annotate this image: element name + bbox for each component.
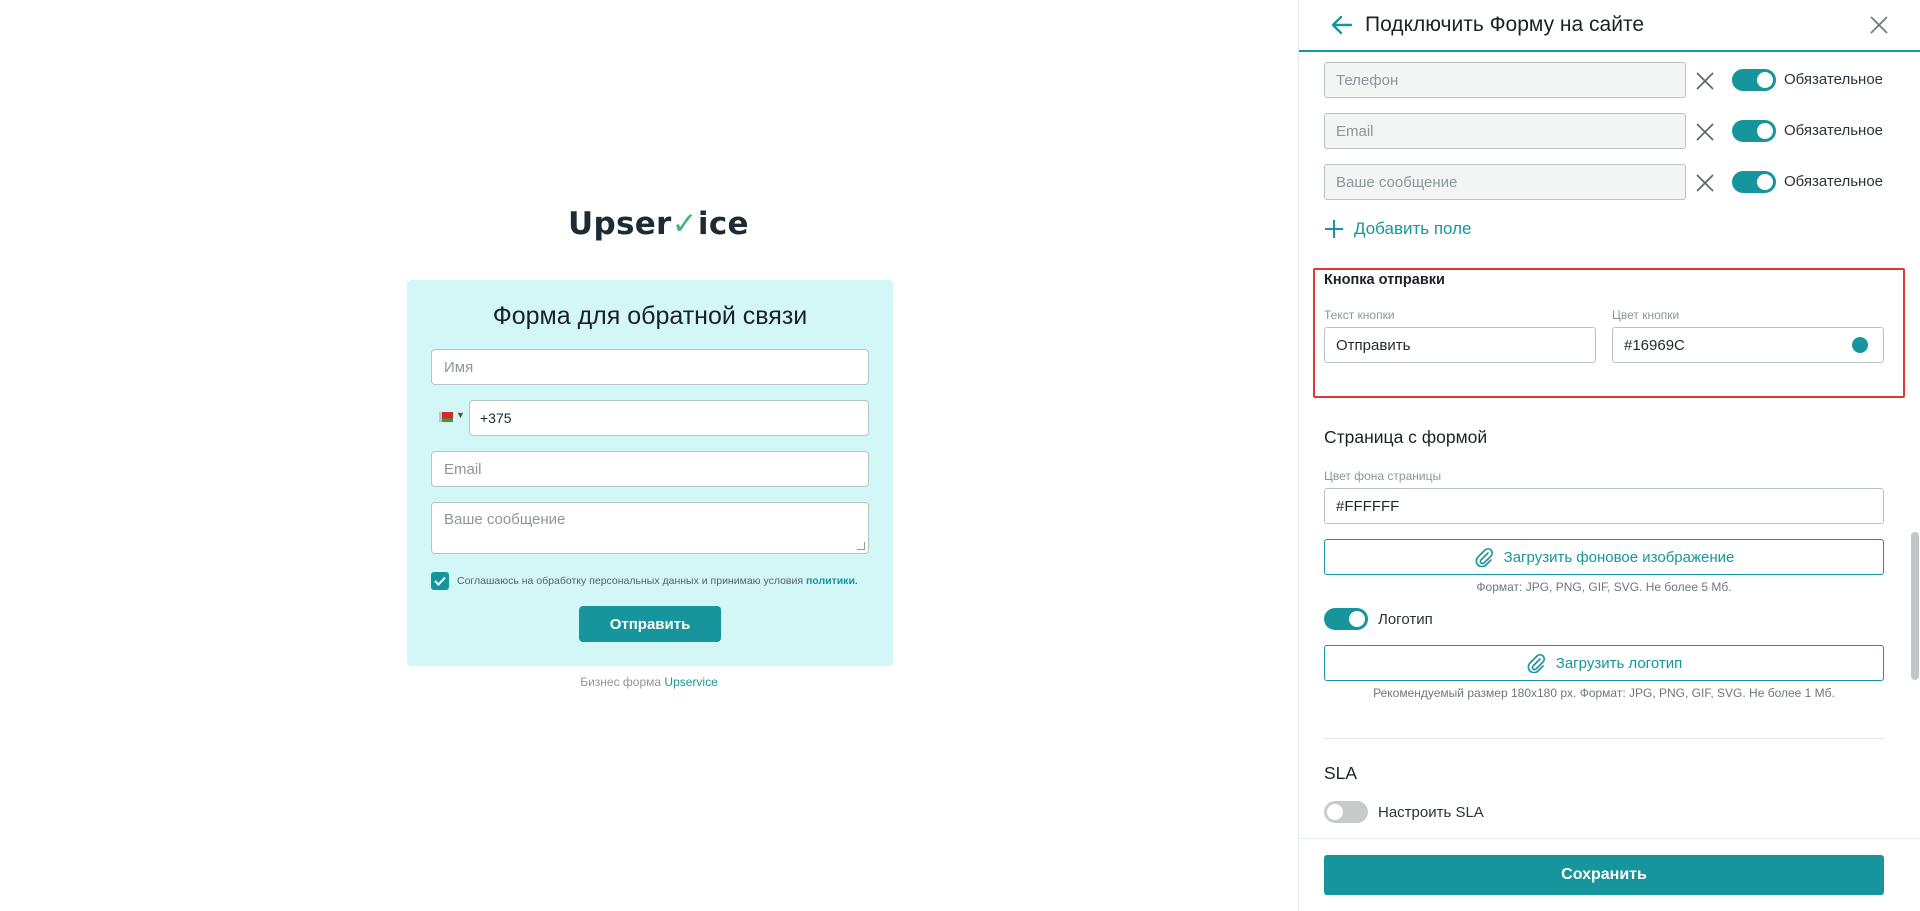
sla-toggle-label: Настроить SLA <box>1378 803 1484 821</box>
upservice-logo: Upser✓ice <box>568 206 749 242</box>
button-text-label: Текст кнопки <box>1324 308 1395 322</box>
logo-toggle-row: Логотип <box>1324 608 1433 630</box>
resize-grip-icon[interactable] <box>857 542 865 550</box>
panel-footer: Сохранить <box>1299 838 1920 911</box>
upload-background-hint: Формат: JPG, PNG, GIF, SVG. Не более 5 М… <box>1476 580 1732 594</box>
belarus-flag-icon[interactable] <box>439 412 453 422</box>
submit-section-heading: Кнопка отправки <box>1324 272 1445 288</box>
scrollbar[interactable] <box>1910 52 1920 852</box>
add-field-button[interactable]: Добавить поле <box>1324 219 1472 239</box>
plus-icon <box>1325 220 1343 238</box>
message-textarea[interactable]: Ваше сообщение <box>431 502 869 554</box>
page-bg-input[interactable]: #FFFFFF <box>1324 488 1884 524</box>
logo-toggle-label: Логотип <box>1378 610 1433 628</box>
sla-toggle[interactable] <box>1324 801 1368 823</box>
add-field-label: Добавить поле <box>1354 219 1472 238</box>
required-label: Обязательное <box>1784 173 1884 190</box>
remove-field-icon[interactable] <box>1694 121 1716 143</box>
panel-header: Подключить Форму на сайте <box>1299 0 1920 52</box>
paperclip-icon <box>1527 653 1545 673</box>
save-button[interactable]: Сохранить <box>1324 855 1884 895</box>
page-bg-label: Цвет фона страницы <box>1324 469 1442 483</box>
field-input[interactable]: Телефон <box>1324 62 1686 98</box>
back-arrow-icon[interactable] <box>1329 12 1355 38</box>
button-text-input[interactable]: Отправить <box>1324 327 1596 363</box>
logo-toggle[interactable] <box>1324 608 1368 630</box>
color-swatch-icon[interactable] <box>1852 337 1868 353</box>
check-icon <box>434 576 446 586</box>
remove-field-icon[interactable] <box>1694 172 1716 194</box>
upload-logo-button[interactable]: Загрузить логотип <box>1324 645 1884 681</box>
message-placeholder: Ваше сообщение <box>444 511 566 528</box>
consent-text: Соглашаюсь на обработку персональных дан… <box>457 575 858 587</box>
field-row-email: Email Обязательное <box>1324 113 1884 149</box>
preview-submit-button[interactable]: Отправить <box>579 606 721 642</box>
policy-link[interactable]: политики. <box>806 575 858 587</box>
phone-input[interactable]: +375 <box>469 400 869 436</box>
consent-checkbox[interactable] <box>431 572 449 590</box>
upload-background-label: Загрузить фоновое изображение <box>1503 548 1735 566</box>
required-toggle[interactable] <box>1732 120 1776 142</box>
phone-field: ▼ +375 <box>431 400 869 436</box>
field-row-message: Ваше сообщение Обязательное <box>1324 164 1884 200</box>
consent-row: Соглашаюсь на обработку персональных дан… <box>431 572 858 590</box>
scrollbar-thumb[interactable] <box>1911 532 1919 680</box>
email-input[interactable]: Email <box>431 451 869 487</box>
remove-field-icon[interactable] <box>1694 70 1716 92</box>
required-label: Обязательное <box>1784 122 1884 139</box>
caret-down-icon[interactable]: ▼ <box>456 410 465 420</box>
close-icon[interactable] <box>1867 13 1891 37</box>
field-row-phone: Телефон Обязательное <box>1324 62 1884 98</box>
field-input[interactable]: Ваше сообщение <box>1324 164 1686 200</box>
footer-brand-link[interactable]: Upservice <box>664 675 717 689</box>
paperclip-icon <box>1475 547 1493 567</box>
upload-logo-hint: Рекомендуемый размер 180x180 px. Формат:… <box>1373 686 1835 700</box>
button-color-label: Цвет кнопки <box>1612 308 1680 322</box>
panel-title: Подключить Форму на сайте <box>1365 13 1645 36</box>
upload-logo-label: Загрузить логотип <box>1555 654 1683 672</box>
sla-heading: SLA <box>1324 763 1358 783</box>
field-input[interactable]: Email <box>1324 113 1686 149</box>
button-color-input[interactable]: #16969C <box>1612 327 1884 363</box>
section-divider <box>1324 738 1884 739</box>
footer-note: Бизнес форма Upservice <box>580 675 718 689</box>
required-toggle[interactable] <box>1732 171 1776 193</box>
sla-toggle-row: Настроить SLA <box>1324 801 1484 823</box>
form-preview: Upser✓ice Форма для обратной связи Имя ▼… <box>0 0 1298 911</box>
settings-panel: Подключить Форму на сайте Телефон Обязат… <box>1298 0 1920 911</box>
required-label: Обязательное <box>1784 71 1884 88</box>
upload-background-button[interactable]: Загрузить фоновое изображение <box>1324 539 1884 575</box>
required-toggle[interactable] <box>1732 69 1776 91</box>
name-input[interactable]: Имя <box>431 349 869 385</box>
page-section-heading: Страница с формой <box>1324 427 1488 447</box>
form-title: Форма для обратной связи <box>492 302 808 330</box>
